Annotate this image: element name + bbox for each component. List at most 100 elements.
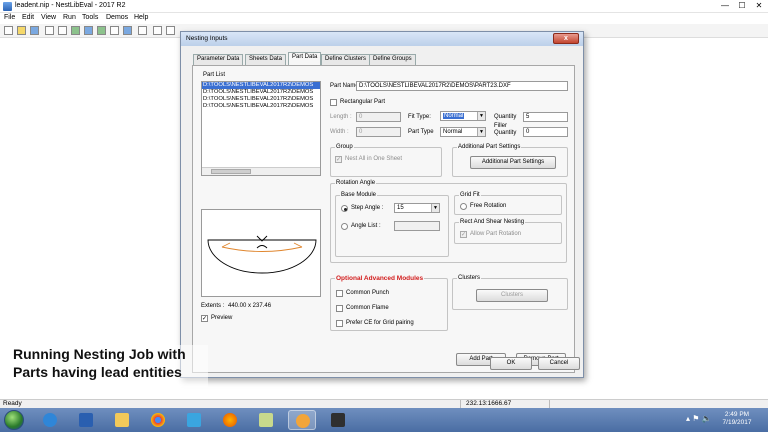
app-title-bar: leadent.nip - NestLibEval - 2017 R2 — ☐ …: [0, 0, 768, 13]
rect-shear-title: Rect And Shear Nesting: [459, 219, 526, 225]
rotation-angle-groupbox: Rotation Angle Base Module Step Angle : …: [330, 180, 567, 263]
cancel-button[interactable]: Cancel: [538, 357, 580, 370]
part-preview: [201, 209, 321, 297]
minimize-button[interactable]: —: [718, 1, 732, 11]
prefer-ce-checkbox[interactable]: [336, 320, 343, 327]
list-item[interactable]: D:\TOOLS\NESTLIBEVAL2017R2\DEMOS: [202, 89, 320, 96]
menu-file[interactable]: File: [4, 14, 15, 21]
menu-run[interactable]: Run: [63, 14, 76, 21]
clock-time: 2:49 PM: [724, 411, 750, 418]
menu-edit[interactable]: Edit: [22, 14, 34, 21]
app-icon: [3, 2, 12, 11]
width-field[interactable]: 0: [356, 127, 401, 137]
menu-bar: File Edit View Run Tools Demos Help: [0, 13, 768, 24]
scroll-thumb[interactable]: [211, 169, 251, 174]
nest-icon[interactable]: [97, 26, 106, 35]
additional-part-settings-button[interactable]: Additional Part Settings: [470, 156, 556, 169]
parts-icon[interactable]: [110, 26, 119, 35]
report-icon[interactable]: [138, 26, 147, 35]
notepad-icon: [259, 413, 273, 427]
clusters-button[interactable]: Clusters: [476, 289, 548, 302]
copy-icon[interactable]: [45, 26, 54, 35]
allow-rotation-checkbox[interactable]: ✓: [460, 231, 467, 238]
tab-part-data[interactable]: Part Data: [288, 52, 322, 66]
maximize-button[interactable]: ☐: [735, 1, 749, 11]
taskbar-chrome[interactable]: [144, 410, 172, 430]
taskbar-ie[interactable]: [36, 410, 64, 430]
menu-demos[interactable]: Demos: [106, 14, 128, 21]
run-icon[interactable]: [123, 26, 132, 35]
length-field[interactable]: 0: [356, 112, 401, 122]
taskbar-outlook[interactable]: [72, 410, 100, 430]
paste-icon[interactable]: [58, 26, 67, 35]
help-icon[interactable]: [166, 26, 175, 35]
angle-list-radio[interactable]: [341, 223, 348, 230]
dialog-close-button[interactable]: x: [553, 33, 579, 44]
taskbar-camera[interactable]: [324, 410, 352, 430]
chevron-down-icon: ▼: [477, 112, 485, 120]
rect-shear-groupbox: Rect And Shear Nesting ✓ Allow Part Rota…: [454, 219, 562, 244]
menu-help[interactable]: Help: [134, 14, 148, 21]
part-list-scrollbar[interactable]: [202, 167, 320, 175]
common-flame-checkbox[interactable]: [336, 305, 343, 312]
clusters-groupbox: Clusters Clusters: [452, 275, 568, 310]
chat-icon: [187, 413, 201, 427]
step-angle-radio[interactable]: [341, 205, 348, 212]
part-name-field[interactable]: D:\TOOLS\NESTLIBEVAL2017R2\DEMOS\PART23.…: [356, 81, 568, 91]
chevron-down-icon: ▼: [431, 204, 439, 212]
preview-label: Preview: [211, 315, 233, 321]
free-rotation-radio[interactable]: [460, 203, 467, 210]
taskbar-nestlib[interactable]: [288, 410, 316, 430]
rectangular-part-checkbox[interactable]: [330, 99, 337, 106]
fit-type-label: Fit Type:: [408, 114, 431, 120]
preview-checkbox[interactable]: ✓: [201, 315, 208, 322]
fit-type-value: Normal: [443, 113, 465, 119]
grid-icon[interactable]: [71, 26, 80, 35]
taskbar-explorer[interactable]: [108, 410, 136, 430]
taskbar-skype[interactable]: [180, 410, 208, 430]
common-punch-checkbox[interactable]: [336, 290, 343, 297]
rotation-angle-title: Rotation Angle: [335, 180, 377, 186]
step-angle-dropdown[interactable]: 15 ▼: [394, 203, 440, 213]
rectangular-part-label: Rectangular Part: [340, 99, 386, 105]
taskbar-firefox[interactable]: [216, 410, 244, 430]
taskbar-notepad[interactable]: [252, 410, 280, 430]
group-title: Group: [335, 144, 354, 150]
advanced-modules-title: Optional Advanced Modules: [335, 275, 425, 282]
extents-value: 440.00 x 237.46: [228, 303, 272, 309]
menu-tools[interactable]: Tools: [82, 14, 98, 21]
taskbar-clock[interactable]: 2:49 PM 7/19/2017: [712, 411, 762, 427]
fit-type-dropdown[interactable]: Normal ▼: [440, 111, 486, 121]
browser-icon: [43, 413, 57, 427]
nestlib-icon: [296, 414, 310, 428]
sheet-icon[interactable]: [84, 26, 93, 35]
status-bar: Ready 232.13:1666.67: [0, 399, 768, 408]
close-window-button[interactable]: ✕: [752, 1, 766, 11]
common-flame-label: Common Flame: [346, 305, 389, 311]
nest-all-checkbox[interactable]: ✓: [335, 156, 342, 163]
window-title: leadent.nip - NestLibEval - 2017 R2: [15, 2, 126, 9]
part-data-panel: Part List D:\TOOLS\NESTLIBEVAL2017R2\DEM…: [192, 65, 575, 373]
print-icon[interactable]: [153, 26, 162, 35]
video-caption: Running Nesting Job with Parts having le…: [11, 345, 208, 387]
grid-fit-groupbox: Grid Fit Free Rotation: [454, 192, 562, 215]
save-icon[interactable]: [30, 26, 39, 35]
list-item[interactable]: D:\TOOLS\NESTLIBEVAL2017R2\DEMOS: [202, 96, 320, 103]
part-type-dropdown[interactable]: Normal ▼: [440, 127, 486, 137]
menu-view[interactable]: View: [41, 14, 56, 21]
part-list[interactable]: D:\TOOLS\NESTLIBEVAL2017R2\DEMOS D:\TOOL…: [201, 81, 321, 176]
new-file-icon[interactable]: [4, 26, 13, 35]
open-folder-icon[interactable]: [17, 26, 26, 35]
ok-button[interactable]: OK: [490, 357, 532, 370]
common-punch-label: Common Punch: [346, 290, 390, 296]
part-list-label: Part List: [203, 72, 226, 78]
list-item[interactable]: D:\TOOLS\NESTLIBEVAL2017R2\DEMOS: [202, 103, 320, 110]
start-button[interactable]: [4, 410, 24, 430]
list-item[interactable]: D:\TOOLS\NESTLIBEVAL2017R2\DEMOS: [202, 82, 320, 89]
part-name-label: Part Name: [330, 83, 359, 89]
filler-quantity-field[interactable]: 0: [523, 127, 568, 137]
additional-settings-groupbox: Additional Part Settings Additional Part…: [452, 144, 568, 177]
quantity-field[interactable]: 5: [523, 112, 568, 122]
angle-list-field[interactable]: [394, 221, 440, 231]
system-tray-icons[interactable]: ▴ ⚑ 🔈: [686, 414, 712, 423]
